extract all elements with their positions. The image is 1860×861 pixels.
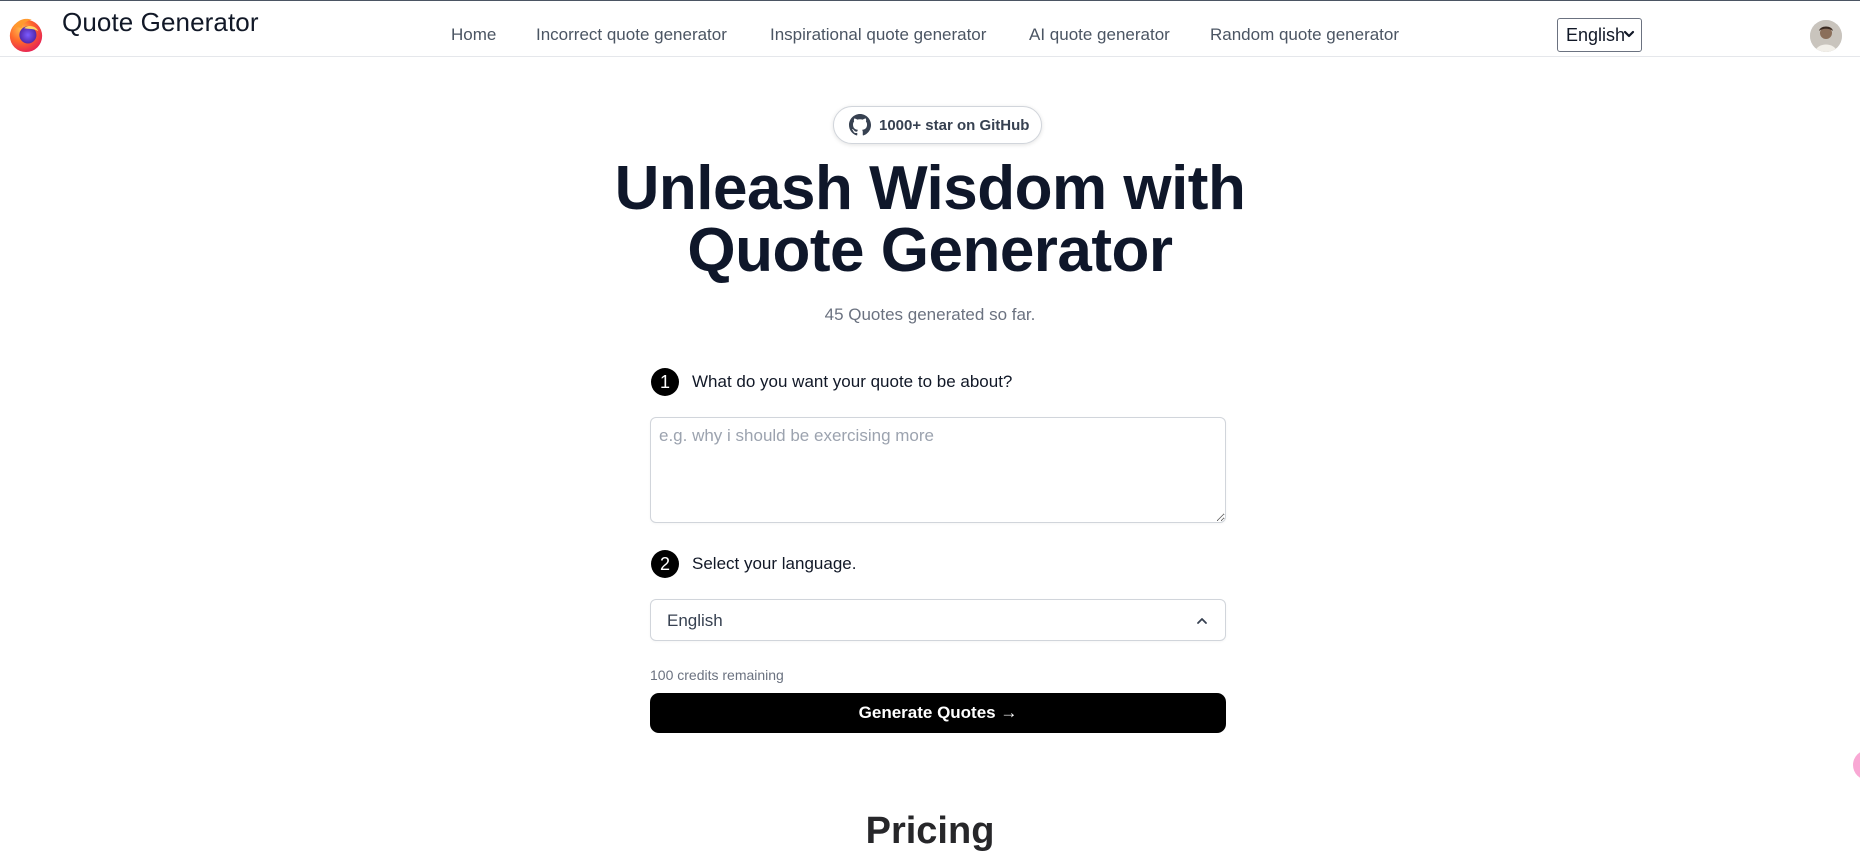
chevron-up-icon bbox=[1197, 618, 1207, 624]
nav-link-incorrect-quote-generator[interactable]: Incorrect quote generator bbox=[536, 25, 727, 45]
credits-remaining: 100 credits remaining bbox=[650, 667, 784, 683]
pricing-heading: Pricing bbox=[865, 810, 995, 852]
step-1: 1 What do you want your quote to be abou… bbox=[651, 368, 1012, 396]
page-title-line1: Unleash Wisdom with bbox=[614, 154, 1246, 223]
page-title: Unleash Wisdom with Quote Generator bbox=[530, 158, 1330, 282]
floating-widget-button[interactable] bbox=[1853, 750, 1860, 780]
step-2: 2 Select your language. bbox=[651, 550, 856, 578]
github-badge-label: 1000+ star on GitHub bbox=[879, 116, 1030, 134]
site-language-value: English bbox=[1566, 24, 1626, 45]
github-icon bbox=[849, 114, 871, 136]
quote-language-dropdown[interactable]: English bbox=[650, 599, 1226, 641]
nav-link-inspirational-quote-generator[interactable]: Inspirational quote generator bbox=[770, 25, 986, 45]
site-header: Quote Generator Home Incorrect quote gen… bbox=[0, 1, 1860, 57]
nav-link-ai-quote-generator[interactable]: AI quote generator bbox=[1029, 25, 1170, 45]
step-1-label: What do you want your quote to be about? bbox=[692, 372, 1013, 391]
avatar-image bbox=[1810, 20, 1842, 52]
nav-link-random-quote-generator[interactable]: Random quote generator bbox=[1210, 25, 1399, 45]
quotes-counter: 45 Quotes generated so far. bbox=[824, 305, 1036, 324]
step-1-number: 1 bbox=[651, 368, 679, 396]
chevron-down-icon bbox=[1623, 30, 1635, 38]
quote-language-value: English bbox=[667, 611, 723, 630]
step-2-number: 2 bbox=[651, 550, 679, 578]
page-title-line2: Quote Generator bbox=[687, 216, 1173, 285]
nav-link-home[interactable]: Home bbox=[451, 25, 496, 45]
generate-quotes-button[interactable]: Generate Quotes → bbox=[650, 693, 1226, 733]
site-language-select[interactable]: English bbox=[1557, 18, 1642, 52]
step-2-label: Select your language. bbox=[692, 554, 857, 573]
github-stars-badge[interactable]: 1000+ star on GitHub bbox=[833, 106, 1042, 144]
user-avatar[interactable] bbox=[1810, 20, 1842, 52]
quote-topic-input[interactable] bbox=[650, 417, 1226, 523]
